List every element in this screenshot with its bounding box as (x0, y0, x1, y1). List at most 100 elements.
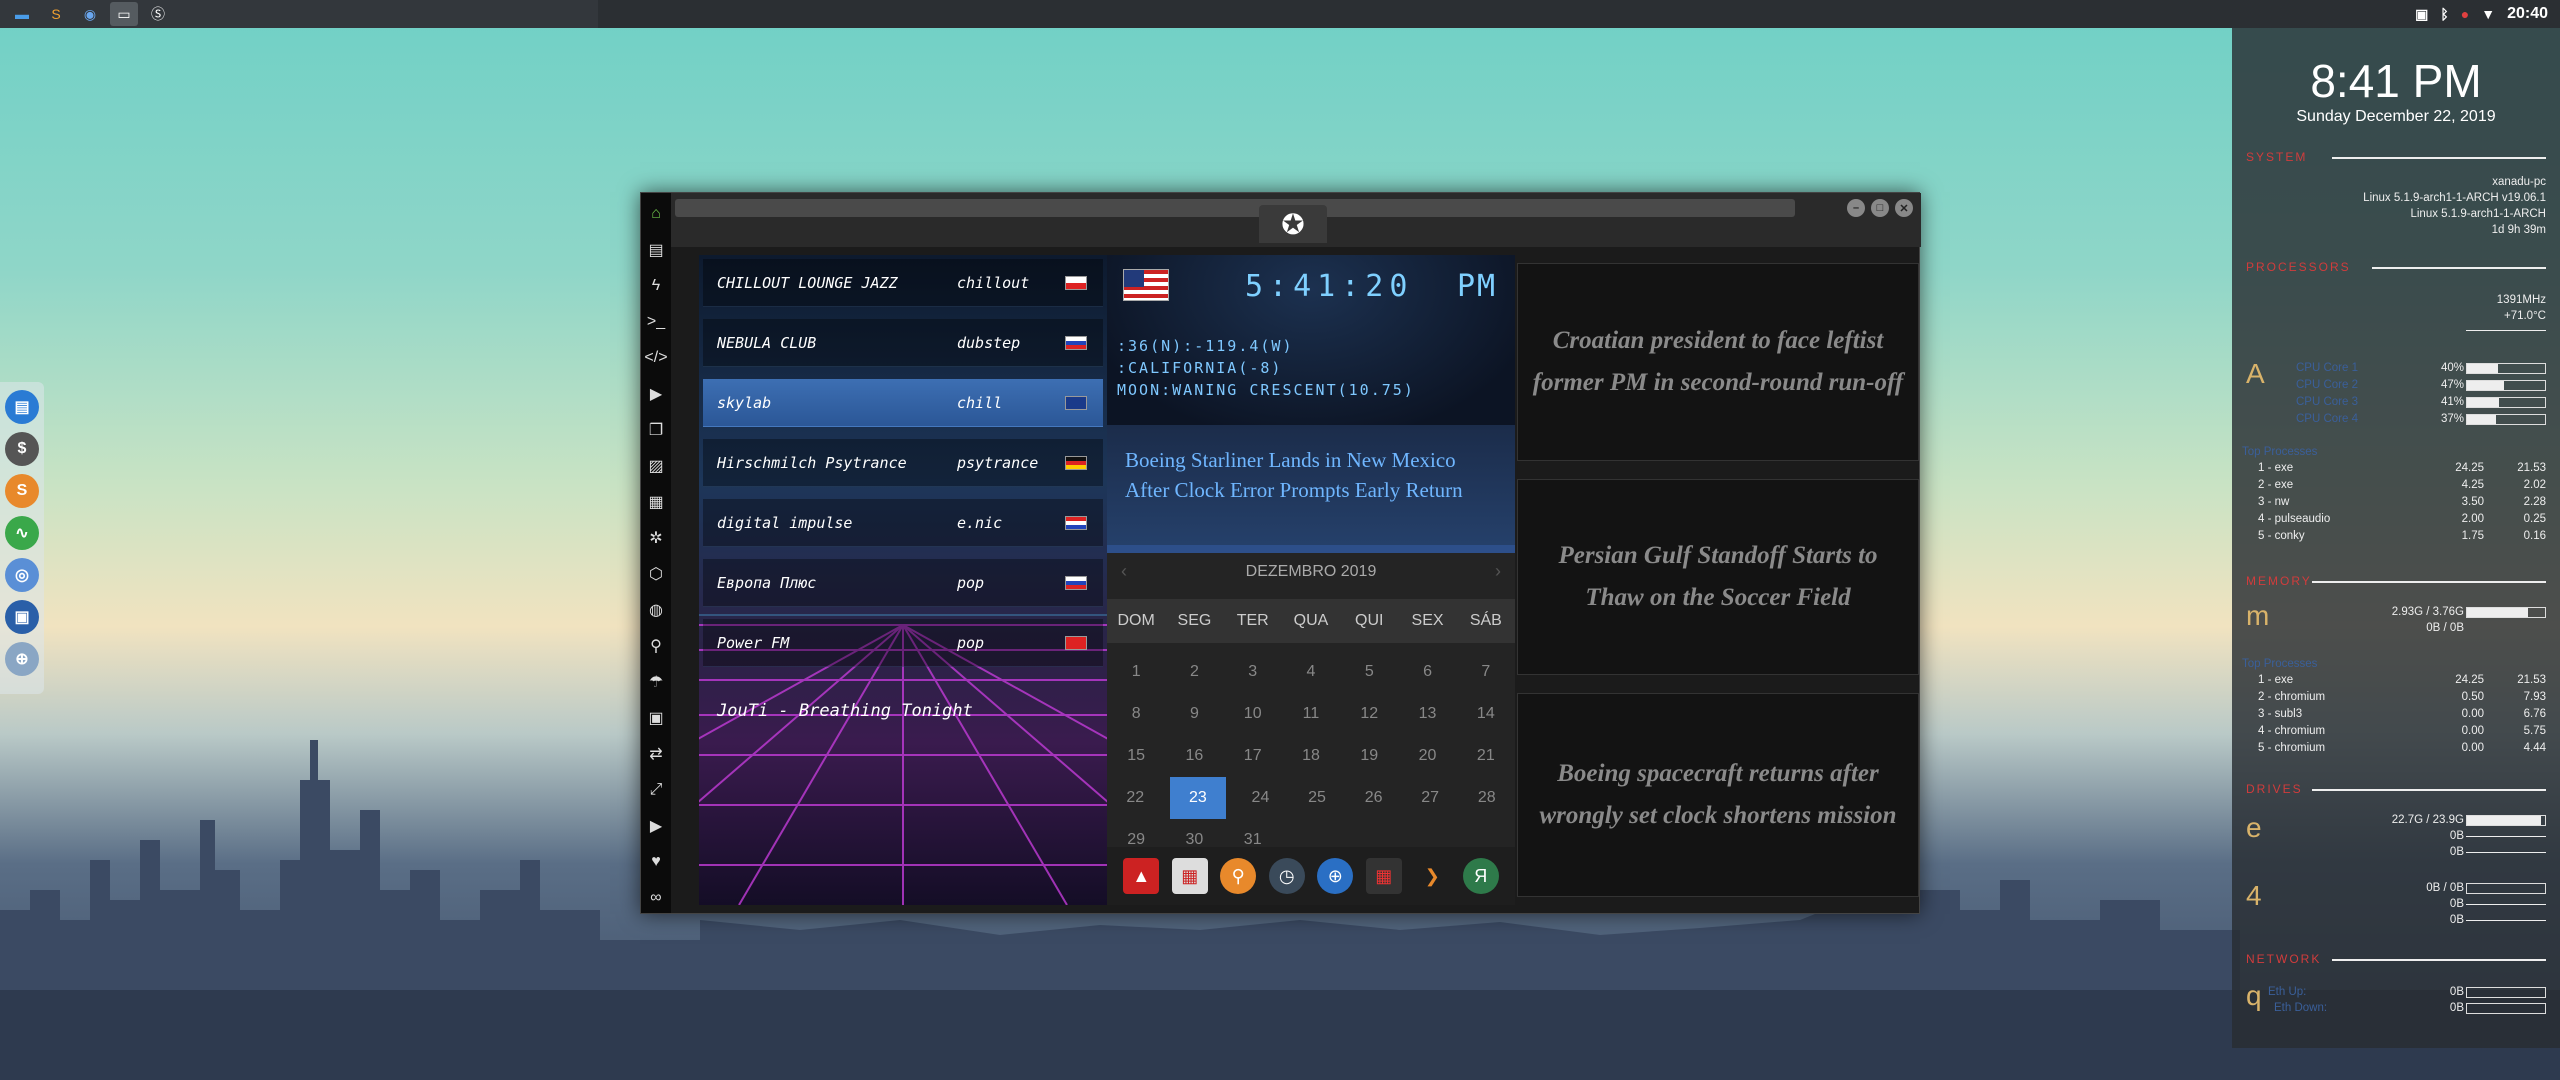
search-icon[interactable]: ⚲ (644, 631, 668, 661)
address-bar[interactable] (675, 199, 1795, 217)
exchange-icon[interactable]: ⇄ (644, 739, 668, 769)
script-icon[interactable]: Ⓢ (144, 2, 172, 26)
close-button[interactable]: ✕ (1895, 199, 1913, 217)
contact-icon[interactable]: ▣ (644, 703, 668, 733)
news-card[interactable]: Persian Gulf Standoff Starts to Thaw on … (1517, 479, 1919, 675)
lightning-icon[interactable]: ϟ (644, 271, 668, 301)
news-card[interactable]: Boeing spacecraft returns after wrongly … (1517, 693, 1919, 897)
minimize-button[interactable]: – (1847, 199, 1865, 217)
screen-icon[interactable]: ▣ (5, 600, 39, 634)
divider (2372, 267, 2546, 269)
station-row[interactable]: Европа Плюс pop (703, 559, 1103, 607)
arrow-app-icon[interactable]: ❯ (1414, 858, 1450, 894)
sublime-icon[interactable]: S (42, 2, 70, 26)
station-row[interactable]: Hirschmilch Psytrance psytrance (703, 439, 1103, 487)
next-month-button[interactable]: › (1495, 561, 1501, 582)
globe-app-icon[interactable]: ⊕ (1317, 858, 1354, 894)
process-name: 4 - pulseaudio (2258, 513, 2331, 525)
s-icon[interactable]: S (5, 474, 39, 508)
headline-card[interactable]: Boeing Starliner Lands in New Mexico Aft… (1107, 425, 1515, 545)
calendar-day[interactable]: 6 (1398, 651, 1456, 693)
maximize-button[interactable]: □ (1871, 199, 1889, 217)
cpu-freq: 1391MHz (2496, 294, 2546, 306)
calendar-day[interactable]: 14 (1457, 693, 1515, 735)
calendar-day[interactable]: 7 (1457, 651, 1515, 693)
calendar-day[interactable]: 27 (1402, 777, 1459, 819)
rebel-logo-icon[interactable]: ✪ (1259, 205, 1327, 243)
calendar-day[interactable]: 2 (1165, 651, 1223, 693)
chrome-icon[interactable]: ◉ (76, 2, 104, 26)
pulse-icon[interactable]: ∿ (5, 516, 39, 550)
wifi-icon[interactable]: ▼ (2481, 6, 2495, 22)
calendar-app-icon[interactable]: ▦ (1171, 858, 1208, 894)
document-icon[interactable]: ▤ (644, 235, 668, 265)
news-card[interactable]: Croatian president to face leftist forme… (1517, 263, 1919, 461)
calendar-day[interactable]: 16 (1165, 735, 1223, 777)
calendar-day-today[interactable]: 23 (1169, 777, 1227, 819)
alert-icon[interactable]: ● (2461, 6, 2469, 22)
hexagon-icon[interactable]: ⬡ (644, 559, 668, 589)
calendar-day[interactable]: 3 (1224, 651, 1282, 693)
calendar-day[interactable]: 21 (1457, 735, 1515, 777)
calendar-day[interactable]: 20 (1398, 735, 1456, 777)
yandex-icon[interactable]: Я (1462, 858, 1499, 894)
image-icon[interactable]: ▨ (644, 451, 668, 481)
title-bar[interactable]: ✪ – □ ✕ (671, 193, 1921, 247)
station-row[interactable]: NEBULA CLUB dubstep (703, 319, 1103, 367)
core-bar-fill (2467, 364, 2499, 373)
calendar-day[interactable]: 9 (1165, 693, 1223, 735)
window-icon[interactable]: ▤ (5, 390, 39, 424)
play-icon[interactable]: ▶ (644, 379, 668, 409)
calendar-day[interactable]: 11 (1282, 693, 1340, 735)
cards-icon[interactable]: ❐ (644, 415, 668, 445)
calendar-active-icon[interactable]: ▦ (1365, 858, 1402, 894)
weekday-label: DOM (1117, 612, 1155, 629)
calendar-day[interactable]: 4 (1282, 651, 1340, 693)
station-row-selected[interactable]: skylab chill (703, 379, 1103, 427)
money-icon[interactable]: $ (5, 432, 39, 466)
youtube-icon[interactable]: ▶ (644, 811, 668, 841)
station-row[interactable]: CHILLOUT LOUNGE JAZZ chillout (703, 259, 1103, 307)
calendar-day[interactable]: 1 (1107, 651, 1165, 693)
calendar-day[interactable]: 22 (1107, 777, 1164, 819)
globe-icon[interactable]: ⊕ (5, 642, 39, 676)
calendar-day[interactable]: 18 (1282, 735, 1340, 777)
heart-icon[interactable]: ♥ (644, 847, 668, 877)
infinity-icon[interactable]: ∞ (644, 883, 668, 913)
search-app-icon[interactable]: ⚲ (1220, 858, 1257, 894)
files-icon[interactable]: ▬ (8, 2, 36, 26)
root-value: 22.7G / 23.9G (2391, 814, 2464, 826)
image-icon[interactable]: ▣ (2415, 6, 2428, 23)
settings-icon[interactable]: ✲ (644, 523, 668, 553)
panel-clock[interactable]: 20:40 (2507, 5, 2548, 23)
expand-icon[interactable]: ⤢ (644, 775, 668, 805)
news-icon[interactable]: ▦ (644, 487, 668, 517)
calendar-day[interactable]: 28 (1458, 777, 1515, 819)
process-name: 2 - chromium (2258, 691, 2326, 703)
calendar-day[interactable]: 17 (1224, 735, 1282, 777)
calendar-day[interactable]: 10 (1224, 693, 1282, 735)
desktop-icon[interactable]: ▭ (110, 2, 138, 26)
kernel-value: Linux 5.1.9-arch1-1-ARCH (2410, 208, 2546, 220)
calendar-day[interactable]: 12 (1340, 693, 1398, 735)
home-icon[interactable]: ⌂ (644, 199, 668, 229)
clock-app-icon[interactable]: ◷ (1268, 858, 1305, 894)
calendar-day[interactable]: 19 (1340, 735, 1398, 777)
calendar-day[interactable]: 25 (1289, 777, 1346, 819)
calendar-day[interactable]: 13 (1398, 693, 1456, 735)
chrome-icon[interactable]: ◎ (5, 558, 39, 592)
calendar-day[interactable]: 15 (1107, 735, 1165, 777)
code-icon[interactable]: </> (644, 343, 668, 373)
core-label: CPU Core 4 (2296, 413, 2358, 425)
calendar-day[interactable]: 24 (1232, 777, 1289, 819)
umbrella-icon[interactable]: ☂ (644, 667, 668, 697)
terminal-icon[interactable]: >_ (644, 307, 668, 337)
calendar-day[interactable]: 26 (1345, 777, 1402, 819)
calendar-day[interactable]: 5 (1340, 651, 1398, 693)
station-row[interactable]: Power FM pop (703, 619, 1103, 667)
bluetooth-icon[interactable]: ᛒ (2440, 6, 2448, 22)
arch-icon[interactable]: ▲ (1123, 858, 1160, 894)
calendar-day[interactable]: 8 (1107, 693, 1165, 735)
globe-icon[interactable]: ◍ (644, 595, 668, 625)
station-row[interactable]: digital impulse e.nic (703, 499, 1103, 547)
